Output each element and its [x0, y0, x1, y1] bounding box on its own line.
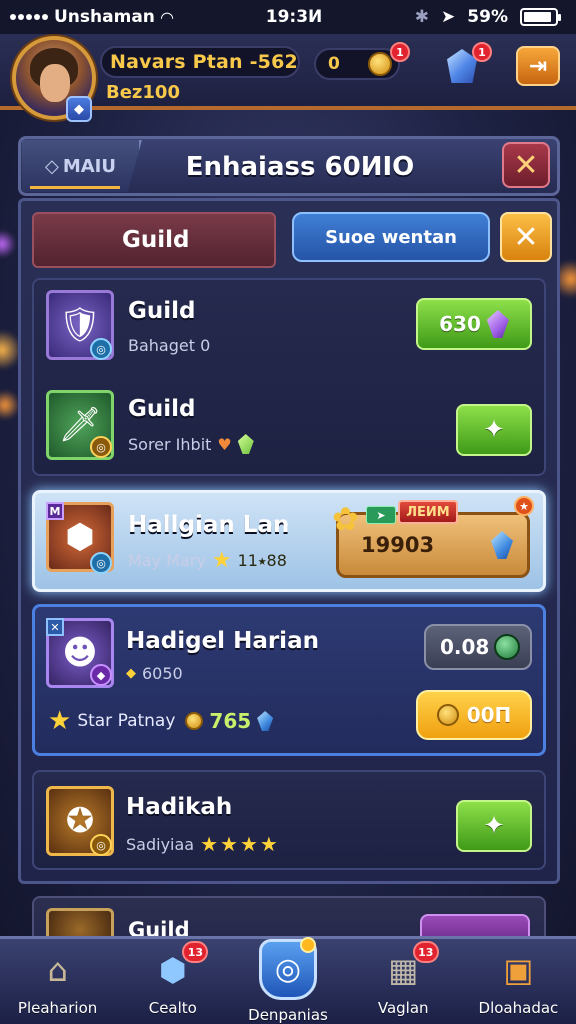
signal-icon: [10, 14, 48, 20]
star-icon: ★: [211, 548, 232, 573]
heart-icon: ♥: [217, 434, 232, 454]
item-title: Guild: [128, 396, 196, 422]
background-lamp: [0, 230, 16, 258]
status-bar: Unshaman ◠ 19:3И ✱ ➤ 59%: [0, 0, 576, 34]
crystal-icon: [491, 531, 513, 559]
exit-button[interactable]: ⇥: [516, 46, 560, 86]
top-hud: ◆ Navars Ptan -562 Bez100 0 1 1 ⇥: [0, 34, 576, 122]
clock: 19:3И: [265, 7, 323, 27]
close-icon: ✕: [46, 618, 64, 636]
battery-percent: 59%: [467, 7, 508, 27]
item-badge-icon: ◎: [90, 338, 112, 360]
menu-tab[interactable]: ◇ MAIU: [22, 140, 142, 192]
background-lamp: [0, 390, 20, 420]
orb-icon: [494, 634, 520, 660]
buy-price: 630: [439, 312, 481, 336]
house-icon: ⌂: [47, 951, 68, 989]
crystal-icon: [237, 434, 254, 454]
coin-icon: [185, 712, 204, 730]
crystal-icon: [486, 310, 509, 338]
item-badge-icon: ◎: [90, 436, 112, 458]
alert-dot: [299, 937, 316, 953]
bluetooth-icon: ✱: [414, 7, 430, 27]
item-title: Hallgian Lan: [128, 512, 290, 538]
nav-item-home[interactable]: ⌂ Pleaharion: [0, 939, 115, 1024]
item-title: Guild: [128, 298, 196, 324]
rank-badge-icon: ◆: [66, 96, 92, 122]
item-badge-icon: ◆: [90, 664, 112, 686]
star-icon: ★: [48, 706, 72, 736]
notification-badge: 13: [412, 941, 439, 963]
upgrade-button[interactable]: ✦: [456, 800, 532, 852]
nav-item-gems[interactable]: ⬢ 13 Cealto: [115, 939, 230, 1024]
player-level: Bez100: [106, 82, 180, 103]
close-tab-button[interactable]: ✕: [500, 212, 552, 262]
bottom-nav: ⌂ Pleaharion ⬢ 13 Cealto ◎ Denpanias ▦ 1…: [0, 936, 576, 1024]
bow-icon: ✿: [332, 500, 359, 538]
item-title: Hadikah: [126, 794, 233, 820]
close-icon: ✕: [513, 219, 539, 255]
crystal-icon: [257, 711, 274, 731]
item-subtitle: Sorer Ihbit ♥: [128, 434, 254, 454]
notification-badge: 13: [182, 941, 209, 963]
item-extra: ★ Star Patnay 765: [48, 706, 274, 736]
item-corner-label: M: [46, 502, 64, 520]
tab-secondary[interactable]: Suoe wentan: [292, 212, 490, 262]
star-rating-icon: ★★★★: [200, 832, 280, 856]
reward-value: 19903: [361, 533, 435, 557]
coin-icon: [368, 52, 392, 76]
location-icon: ➤: [441, 7, 456, 27]
tab-guild[interactable]: Guild: [32, 212, 276, 268]
reward-ribbon: ЛЕИМ: [398, 500, 458, 524]
arrow-up-icon: ✦: [483, 811, 505, 841]
notification-badge: 1: [390, 42, 410, 62]
star-badge-icon: ★: [514, 496, 534, 516]
item-badge-icon: ◎: [90, 552, 112, 574]
cost-value: 0.08: [440, 635, 490, 659]
item-badge-icon: ◎: [90, 834, 112, 856]
close-icon: ✕: [513, 147, 539, 183]
coin-counter[interactable]: 0: [314, 48, 400, 80]
item-subtitle: May Mary ★ 11⭑88: [128, 548, 287, 573]
claim-button[interactable]: 00П: [416, 690, 532, 740]
upgrade-button[interactable]: ✦: [456, 404, 532, 456]
notification-badge: 1: [472, 42, 492, 62]
nav-item-box[interactable]: ▣ Dloahadac: [461, 939, 576, 1024]
coin-amount: 0: [328, 54, 340, 74]
buy-button[interactable]: 630: [416, 298, 532, 350]
arrow-up-icon: ✦: [483, 415, 505, 445]
menu-tab-label: MAIU: [62, 155, 116, 177]
nav-item-center[interactable]: ◎ Denpanias: [230, 937, 345, 1024]
diamond-icon: ◆: [126, 666, 136, 681]
player-name[interactable]: Navars Ptan -562: [100, 46, 300, 78]
item-title: Hadigel Harian: [126, 628, 319, 654]
item-subtitle: Bahaget 0: [128, 336, 211, 355]
cost-button[interactable]: 0.08: [424, 624, 532, 670]
carrier-name: Unshaman: [54, 7, 155, 27]
diamond-icon: ◇: [45, 155, 59, 177]
item-subtitle: ◆ 6050: [126, 664, 183, 683]
item-subtitle: Sadiyiaa ★★★★: [126, 832, 280, 856]
coin-icon: [436, 704, 459, 726]
panel-title: Enhaiass 60ИIO: [185, 152, 415, 182]
wifi-icon: ◠: [160, 7, 174, 27]
close-button[interactable]: ✕: [502, 142, 550, 188]
nav-item-shop[interactable]: ▦ 13 Vaglan: [346, 939, 461, 1024]
claim-value: 00П: [466, 703, 512, 727]
tag-icon: ➤: [366, 506, 396, 524]
battery-icon: [519, 8, 561, 26]
exit-icon: ⇥: [528, 53, 548, 79]
box-icon: ▣: [503, 951, 534, 989]
